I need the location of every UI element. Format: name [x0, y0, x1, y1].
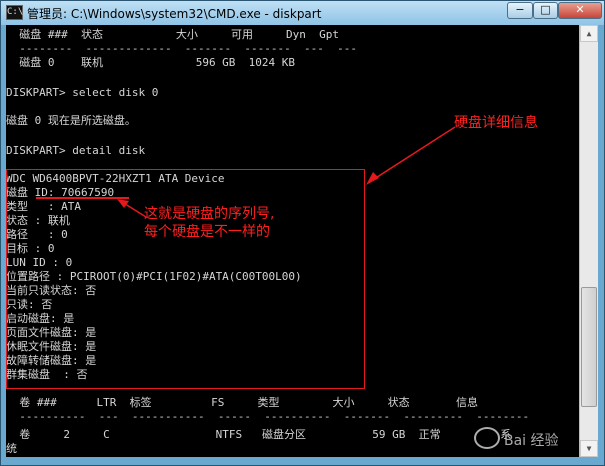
console-line: DISKPART> detail disk	[6, 144, 146, 157]
maximize-button[interactable]: □	[533, 2, 558, 19]
annotation-arrow-top	[366, 126, 456, 185]
annotation-note: 这就是硬盘的序列号, 每个硬盘是不一样的	[144, 205, 274, 241]
console-line: DISKPART> select disk 0	[6, 86, 159, 99]
console-line: 磁盘 0 现在是所选磁盘。	[6, 114, 136, 127]
console-line: ---------- --- ----------- ----- -------…	[6, 410, 530, 423]
console-line: -------- ------------- ------- ------- -…	[6, 42, 357, 55]
annotation-note-line1: 这就是硬盘的序列号,	[144, 206, 275, 222]
minimize-button[interactable]: −	[507, 2, 533, 19]
vertical-scrollbar[interactable]: ▲ ▼	[579, 25, 598, 457]
scroll-thumb[interactable]	[581, 287, 597, 407]
cmd-icon: C:\	[6, 5, 23, 20]
annotation-top-label: 硬盘详细信息	[454, 115, 538, 131]
annotation-note-line2: 每个硬盘是不一样的	[144, 224, 270, 240]
console-output[interactable]: 磁盘 ### 状态 大小 可用 Dyn Gpt -------- -------…	[6, 25, 579, 457]
console-line: 磁盘 ### 状态 大小 可用 Dyn Gpt	[6, 28, 340, 41]
title-bar[interactable]: C:\ 管理员: C:\Windows\system32\CMD.exe - d…	[1, 1, 604, 25]
detail-highlight-box	[6, 169, 365, 389]
console-line: 卷 ### LTR 标签 FS 类型 大小 状态 信息	[6, 396, 478, 409]
baidu-watermark: Bai 经验	[474, 425, 569, 453]
console-line: 统	[6, 442, 17, 455]
cmd-window: C:\ 管理员: C:\Windows\system32\CMD.exe - d…	[0, 0, 605, 466]
console-line: 卷 2 C NTFS 磁盘分区 59 GB 正常 系	[6, 428, 512, 441]
scroll-down-arrow-icon[interactable]: ▼	[580, 440, 598, 457]
console-line: 磁盘 0 联机 596 GB 1024 KB	[6, 56, 296, 69]
baidu-paw-icon	[474, 427, 500, 449]
window-title: 管理员: C:\Windows\system32\CMD.exe - diskp…	[27, 7, 322, 21]
close-button[interactable]: ✕	[558, 2, 602, 19]
scroll-up-arrow-icon[interactable]: ▲	[580, 25, 598, 42]
watermark-text: Bai 经验	[504, 433, 559, 449]
